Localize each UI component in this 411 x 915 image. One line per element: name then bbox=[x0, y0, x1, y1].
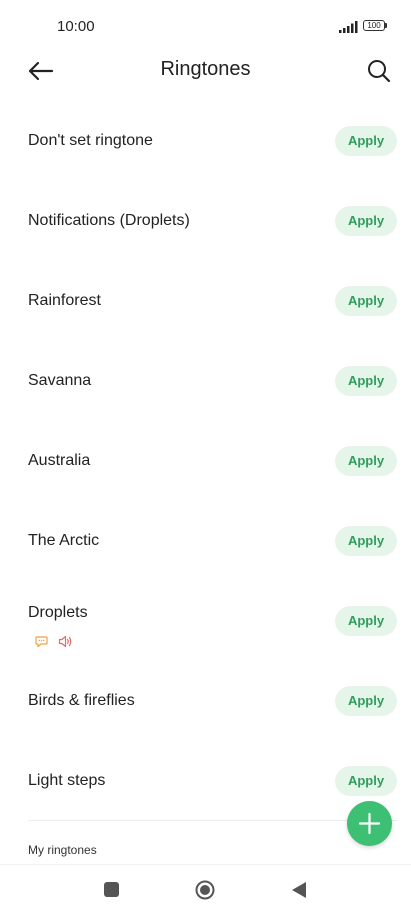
ringtone-name: Birds & fireflies bbox=[28, 692, 135, 709]
ringtone-name: Light steps bbox=[28, 772, 106, 789]
ringtone-row[interactable]: Rainforest Apply bbox=[0, 261, 411, 341]
apply-button[interactable]: Apply bbox=[335, 126, 397, 156]
ringtone-name: Droplets bbox=[28, 604, 88, 621]
apply-button[interactable]: Apply bbox=[335, 286, 397, 316]
signal-icon bbox=[339, 21, 358, 33]
system-nav-bar bbox=[0, 864, 411, 915]
apply-button[interactable]: Apply bbox=[335, 766, 397, 796]
ringtone-usage-icons bbox=[35, 635, 79, 649]
ringtone-row[interactable]: Birds & fireflies Apply bbox=[0, 661, 411, 741]
ringtone-name: Rainforest bbox=[28, 292, 101, 309]
search-icon bbox=[368, 60, 391, 83]
home-icon[interactable] bbox=[195, 880, 215, 900]
plus-icon bbox=[358, 812, 381, 835]
page-title: Ringtones bbox=[160, 58, 251, 80]
ringtone-list: Don't set ringtone Apply Notifications (… bbox=[0, 101, 411, 821]
apply-button[interactable]: Apply bbox=[335, 686, 397, 716]
ringtone-name: Australia bbox=[28, 452, 91, 469]
ringtone-row[interactable]: Don't set ringtone Apply bbox=[0, 101, 411, 181]
ringtone-row[interactable]: Savanna Apply bbox=[0, 341, 411, 421]
ringtone-row[interactable]: Australia Apply bbox=[0, 421, 411, 501]
section-divider bbox=[28, 820, 398, 821]
status-bar: 10:00 100 bbox=[0, 0, 411, 52]
apply-button[interactable]: Apply bbox=[335, 366, 397, 396]
ringtone-name: Notifications (Droplets) bbox=[28, 212, 190, 229]
battery-icon: 100 bbox=[363, 20, 387, 33]
recents-icon[interactable] bbox=[104, 882, 119, 897]
ringtone-row[interactable]: Light steps Apply bbox=[0, 741, 411, 821]
add-ringtone-button[interactable] bbox=[347, 801, 392, 846]
ringtone-row[interactable]: Droplets Apply bbox=[0, 581, 411, 661]
my-ringtones-heading: My ringtones bbox=[28, 843, 97, 857]
ringtone-name: Savanna bbox=[28, 372, 92, 389]
ringtone-name: Don't set ringtone bbox=[28, 132, 153, 149]
battery-level: 100 bbox=[363, 20, 385, 31]
apply-button[interactable]: Apply bbox=[335, 206, 397, 236]
ringtone-row[interactable]: The Arctic Apply bbox=[0, 501, 411, 581]
apply-button[interactable]: Apply bbox=[335, 606, 397, 636]
ringtone-name: The Arctic bbox=[28, 532, 100, 549]
app-bar: Ringtones bbox=[0, 52, 411, 92]
apply-button[interactable]: Apply bbox=[335, 526, 397, 556]
back-icon[interactable] bbox=[291, 881, 307, 899]
search-button[interactable] bbox=[365, 57, 393, 85]
speaker-icon bbox=[59, 635, 72, 648]
ringtone-row[interactable]: Notifications (Droplets) Apply bbox=[0, 181, 411, 261]
message-icon bbox=[35, 636, 48, 648]
apply-button[interactable]: Apply bbox=[335, 446, 397, 476]
status-time: 10:00 bbox=[57, 18, 95, 35]
